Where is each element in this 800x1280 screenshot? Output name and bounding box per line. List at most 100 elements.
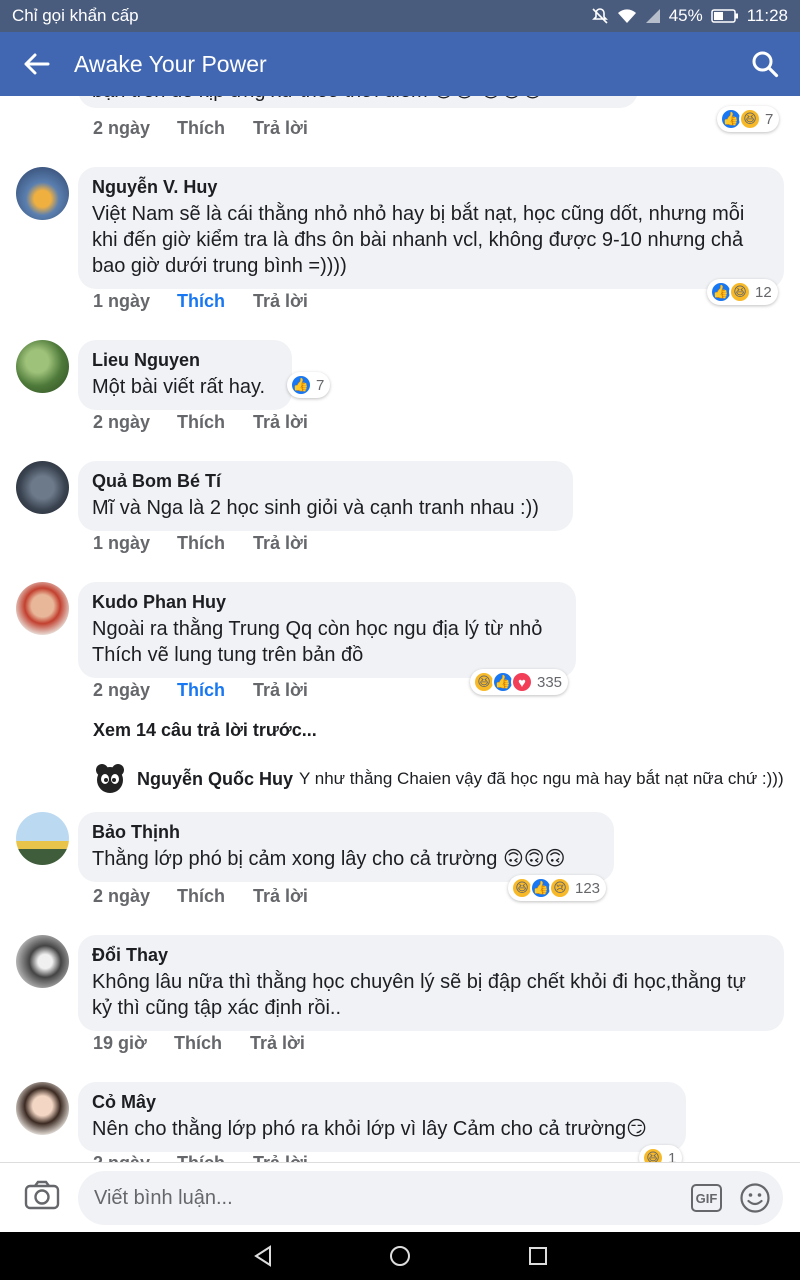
comment-actions: 1 ngày Thích Trả lời xyxy=(93,291,308,312)
like-link[interactable]: Thích xyxy=(177,533,253,554)
nav-back-icon[interactable] xyxy=(252,1245,274,1267)
carrier-text: Chỉ gọi khẩn cấp xyxy=(12,6,139,25)
reaction-count: 7 xyxy=(316,376,325,394)
haha-reaction-icon: 😆 xyxy=(642,1147,664,1162)
reply-link[interactable]: Trả lời xyxy=(253,886,308,907)
reaction-summary[interactable]: 😆 👍 ♥ 335 xyxy=(470,669,569,695)
avatar[interactable] xyxy=(16,340,69,393)
comment-bubble[interactable]: Cỏ Mây Nên cho thằng lớp phó ra khỏi lớp… xyxy=(78,1082,686,1152)
nav-recents-icon[interactable] xyxy=(528,1246,548,1266)
camera-button[interactable] xyxy=(24,1180,60,1215)
reaction-summary[interactable]: 👍 7 xyxy=(287,372,331,398)
like-link[interactable]: Thích xyxy=(177,412,253,433)
commenter-name[interactable]: Bảo Thịnh xyxy=(92,821,600,843)
comment-time: 2 ngày xyxy=(93,680,151,700)
like-link[interactable]: Thích xyxy=(177,291,253,312)
reaction-count: 12 xyxy=(755,283,772,301)
like-link[interactable]: Thích xyxy=(177,118,253,139)
reply-text: Y như thằng Chaien vậy đã học ngu mà hay… xyxy=(299,769,784,788)
battery-percent: 45% xyxy=(668,6,703,25)
comment-actions: 2 ngày Thích Trả lời xyxy=(93,118,308,139)
reply-link[interactable]: Trả lời xyxy=(253,412,308,433)
reaction-summary[interactable]: 😆 👍 😢 123 xyxy=(508,875,607,901)
comment-composer: Viết bình luận... GIF xyxy=(0,1162,800,1232)
system-nav-bar xyxy=(0,1232,800,1280)
battery-icon xyxy=(710,9,738,23)
app-bar: Awake Your Power xyxy=(0,32,800,96)
commenter-name[interactable]: Đổi Thay xyxy=(92,944,770,966)
page-title: Awake Your Power xyxy=(74,50,267,77)
emoji-button[interactable] xyxy=(739,1182,771,1219)
comment-feed[interactable]: bạn trên để kịp ứng xử theo thời điểm 😡😡… xyxy=(0,96,800,1162)
reaction-count: 335 xyxy=(537,673,563,691)
comment-actions: 2 ngày Thích Trả lời xyxy=(93,412,308,433)
comment-text: Không lâu nữa thì thằng học chuyên lý sẽ… xyxy=(92,971,746,1019)
reply-link[interactable]: Trả lời xyxy=(253,118,308,139)
comment-actions: 19 giờ Thích Trả lời xyxy=(93,1033,305,1054)
reply-link[interactable]: Trả lời xyxy=(253,533,308,554)
reply-preview[interactable]: Nguyễn Quốc Huy Y như thằng Chaien vậy đ… xyxy=(93,762,784,796)
commenter-name[interactable]: Lieu Nguyen xyxy=(92,349,278,371)
comment-time: 19 giờ xyxy=(93,1033,147,1053)
avatar[interactable] xyxy=(16,461,69,514)
comment-time: 1 ngày xyxy=(93,533,151,553)
reply-link[interactable]: Trả lời xyxy=(253,680,308,701)
status-bar: Chỉ gọi khẩn cấp 45% 11:28 xyxy=(0,0,800,32)
comment-input[interactable]: Viết bình luận... xyxy=(78,1171,783,1225)
avatar[interactable] xyxy=(16,935,69,988)
reaction-summary[interactable]: 👍 😆 12 xyxy=(707,279,778,305)
like-link[interactable]: Thích xyxy=(177,1153,253,1162)
comment-text: Mĩ và Nga là 2 học sinh giỏi và cạnh tra… xyxy=(92,497,539,519)
comment-bubble[interactable]: Nguyễn V. Huy Việt Nam sẽ là cái thằng n… xyxy=(78,167,784,289)
comment-bubble[interactable]: Lieu Nguyen Một bài viết rất hay. xyxy=(78,340,292,410)
reaction-count: 7 xyxy=(765,110,774,128)
comment-bubble[interactable]: Bảo Thịnh Thằng lớp phó bị cảm xong lây … xyxy=(78,812,614,882)
comment-time: 2 ngày xyxy=(93,118,151,138)
reply-author[interactable]: Nguyễn Quốc Huy xyxy=(137,769,293,790)
like-link[interactable]: Thích xyxy=(174,1033,250,1054)
comment-bubble[interactable]: Quả Bom Bé Tí Mĩ và Nga là 2 học sinh gi… xyxy=(78,461,573,531)
avatar[interactable] xyxy=(16,167,69,220)
comment-actions: 2 ngày Thích Trả lời xyxy=(93,1153,308,1162)
avatar[interactable] xyxy=(16,1082,69,1135)
nav-home-icon[interactable] xyxy=(389,1245,411,1267)
search-button[interactable] xyxy=(730,32,800,96)
avatar[interactable] xyxy=(16,812,69,865)
smiley-icon xyxy=(740,1183,770,1213)
reply-link[interactable]: Trả lời xyxy=(253,1153,308,1162)
comment-actions: 1 ngày Thích Trả lời xyxy=(93,533,308,554)
commenter-name[interactable]: Cỏ Mây xyxy=(92,1091,672,1113)
comment-time: 2 ngày xyxy=(93,412,151,432)
reaction-count: 1 xyxy=(668,1149,677,1163)
haha-reaction-icon: 😆 xyxy=(739,108,761,130)
gif-button[interactable]: GIF xyxy=(691,1184,722,1212)
comment-bubble[interactable]: Đổi Thay Không lâu nữa thì thằng học chu… xyxy=(78,935,784,1031)
reaction-summary[interactable]: 👍 😆 7 xyxy=(717,106,780,132)
comment-bubble[interactable]: bạn trên để kịp ứng xử theo thời điểm 😡😡… xyxy=(78,96,638,108)
reaction-summary[interactable]: 😆 1 xyxy=(639,1145,683,1163)
commenter-name[interactable]: Kudo Phan Huy xyxy=(92,591,562,613)
reply-link[interactable]: Trả lời xyxy=(250,1033,305,1054)
reply-link[interactable]: Trả lời xyxy=(253,291,308,312)
like-link[interactable]: Thích xyxy=(177,680,253,701)
comment-bubble[interactable]: Kudo Phan Huy Ngoài ra thằng Trung Qq cò… xyxy=(78,582,576,678)
comment-actions: 2 ngày Thích Trả lời xyxy=(93,680,308,701)
love-reaction-icon: ♥ xyxy=(511,671,533,693)
view-previous-replies-link[interactable]: Xem 14 câu trả lời trước... xyxy=(93,720,317,741)
like-link[interactable]: Thích xyxy=(177,886,253,907)
comment-text: Ngoài ra thằng Trung Qq còn học ngu địa … xyxy=(92,618,543,666)
sad-reaction-icon: 😢 xyxy=(549,877,571,899)
reply-avatar-icon xyxy=(96,764,124,793)
haha-reaction-icon: 😆 xyxy=(729,281,751,303)
comment-time: 1 ngày xyxy=(93,291,151,311)
like-reaction-icon: 👍 xyxy=(290,374,312,396)
back-button[interactable] xyxy=(0,32,74,96)
avatar[interactable] xyxy=(16,582,69,635)
comment-actions: 2 ngày Thích Trả lời xyxy=(93,886,308,907)
commenter-name[interactable]: Nguyễn V. Huy xyxy=(92,176,770,198)
comment-time: 2 ngày xyxy=(93,1153,177,1162)
commenter-name[interactable]: Quả Bom Bé Tí xyxy=(92,470,559,492)
reaction-count: 123 xyxy=(575,879,601,897)
clock: 11:28 xyxy=(746,6,788,25)
signal-icon xyxy=(645,9,660,23)
